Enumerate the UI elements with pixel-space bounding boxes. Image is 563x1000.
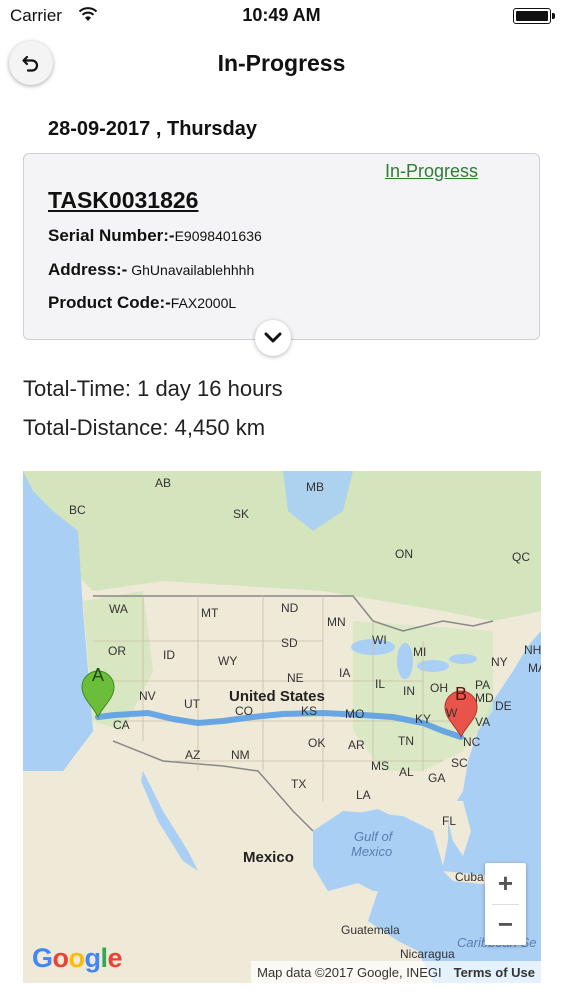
product-code-label: Product Code:- <box>48 293 171 312</box>
map-label-az: AZ <box>185 748 201 762</box>
map-label-ar: AR <box>348 738 365 752</box>
product-code-row: Product Code:-FAX2000L <box>48 293 236 313</box>
map-label-ga: GA <box>428 771 446 785</box>
map-label-ut: UT <box>184 697 200 711</box>
zoom-control: + − <box>485 863 526 945</box>
map-label-nicaragua: Nicaragua <box>400 947 455 961</box>
map-label-ny: NY <box>491 655 508 669</box>
marker-b-label: B <box>455 684 468 704</box>
map-attribution: Map data ©2017 Google, INEGI <box>257 964 442 980</box>
chevron-down-icon <box>264 332 282 343</box>
map-label-ne: NE <box>287 671 304 685</box>
map-label-mt: MT <box>201 606 219 620</box>
map-label-bc: BC <box>69 503 86 517</box>
map-label-united-states: United States <box>229 688 325 705</box>
serial-number-label: Serial Number:- <box>48 226 175 245</box>
map-label-tx: TX <box>291 777 307 791</box>
map-label-ms: MS <box>371 759 389 773</box>
address-value: GhUnavailablehhhh <box>127 262 255 278</box>
product-code-value: FAX2000L <box>170 295 237 311</box>
serial-number-row: Serial Number:-E9098401636 <box>48 226 262 246</box>
google-logo: Google <box>32 943 123 973</box>
serial-number-value: E9098401636 <box>174 228 262 244</box>
map-label-oh: OH <box>430 681 448 695</box>
map-label-nv: NV <box>139 689 156 703</box>
expand-button[interactable] <box>255 320 291 356</box>
address-row: Address:- GhUnavailablehhhh <box>48 260 254 280</box>
map-label-nh: NH <box>524 643 541 657</box>
map-label-ia: IA <box>339 666 351 680</box>
map-label-pa: PA <box>475 678 491 692</box>
map-label-guatemala: Guatemala <box>341 923 400 937</box>
map-label-sc: SC <box>451 756 468 770</box>
map-label-cuba: Cuba <box>455 870 484 884</box>
map-label-mo: MO <box>345 707 365 721</box>
map-label-mexico: Mexico <box>243 849 294 866</box>
map-label-nm: NM <box>231 748 250 762</box>
total-time: Total-Time: 1 day 16 hours <box>23 376 283 401</box>
map-label-tn: TN <box>398 734 414 748</box>
total-distance: Total-Distance: 4,450 km <box>23 415 266 440</box>
map-label-gulf-line1: Gulf of <box>354 829 393 844</box>
zoom-out-button[interactable]: − <box>485 904 526 945</box>
task-card: In-Progress TASK0031826 Serial Number:-E… <box>23 153 540 340</box>
map-base <box>23 471 541 983</box>
clock: 10:49 AM <box>242 5 321 25</box>
map-label-ca: CA <box>113 718 130 732</box>
map-label-ok: OK <box>308 736 326 750</box>
map-label-co: CO <box>235 704 253 718</box>
map-label-ab: AB <box>155 476 172 490</box>
map-label-ky: KY <box>415 712 432 726</box>
map-attribution-bar: Map data ©2017 Google, INEGI Terms of Us… <box>251 961 541 983</box>
map-label-or: OR <box>108 644 126 658</box>
map-label-ks: KS <box>301 704 318 718</box>
marker-a-label: A <box>92 665 105 685</box>
map-label-va: VA <box>475 715 491 729</box>
map-label-qc: QC <box>512 550 530 564</box>
map-label-mi: MI <box>413 645 427 659</box>
map-label-md: MD <box>475 691 494 705</box>
terms-of-use-link[interactable]: Terms of Use <box>448 965 541 980</box>
map-label-ma: MA <box>528 661 541 675</box>
map-label-wa: WA <box>109 602 128 616</box>
map-label-al: AL <box>399 765 414 779</box>
map-label-la: LA <box>356 788 371 802</box>
map-label-fl: FL <box>442 814 457 828</box>
status-bar: Carrier 10:49 AM <box>0 0 563 32</box>
map-label-gulf-line2: Mexico <box>351 844 393 859</box>
task-status-link[interactable]: In-Progress <box>385 161 478 182</box>
battery-icon <box>513 8 555 24</box>
address-label: Address:- <box>48 260 128 279</box>
map-label-mn: MN <box>327 615 346 629</box>
map-label-il: IL <box>375 677 386 691</box>
map-label-wy: WY <box>218 654 238 668</box>
route-map[interactable]: A B AB MB BC SK ON QC WA MT ND MN OR ID … <box>23 471 541 983</box>
task-id: TASK0031826 <box>48 187 199 213</box>
map-label-id: ID <box>163 648 175 662</box>
map-label-on: ON <box>395 547 413 561</box>
page-title: In-Progress <box>217 50 346 76</box>
map-label-wi: WI <box>372 633 387 647</box>
map-label-mb: MB <box>306 480 324 494</box>
map-label-nc: NC <box>463 735 481 749</box>
task-date: 28-09-2017 , Thursday <box>48 118 257 140</box>
map-label-sd: SD <box>281 636 298 650</box>
zoom-in-button[interactable]: + <box>485 863 526 904</box>
map-label-wv: W <box>446 706 458 720</box>
map-label-de: DE <box>495 699 512 713</box>
map-label-in: IN <box>403 684 415 698</box>
map-label-nd: ND <box>281 601 299 615</box>
map-label-sk: SK <box>233 507 250 521</box>
